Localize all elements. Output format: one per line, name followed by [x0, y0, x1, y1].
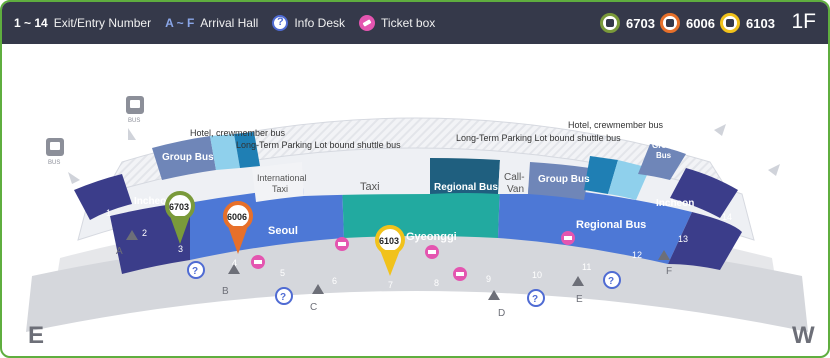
taxi-label: Taxi	[360, 181, 380, 193]
incheon-right-label: Incheon	[656, 198, 694, 209]
legend-bar: 1 ~ 14 Exit/Entry Number A ~ F Arrival H…	[2, 2, 828, 44]
svg-text:B: B	[222, 286, 229, 297]
call-van-label-2: Van	[507, 184, 524, 195]
call-van-label-1: Call-	[504, 172, 525, 183]
bus-sign-icon: BUS	[46, 138, 64, 166]
group-bus-left-label: Group Bus	[162, 152, 214, 163]
svg-text:6703: 6703	[169, 202, 189, 212]
legend-hall-range: A ~ F	[165, 16, 195, 30]
intl-taxi-label-2: Taxi	[272, 184, 288, 194]
traffic-arrow-icon	[128, 128, 136, 140]
ticket-box-icon[interactable]	[251, 255, 265, 269]
ticket-box-icon[interactable]	[425, 245, 439, 259]
regional-bus-upper-label: Regional Bus	[434, 182, 498, 193]
floor-label: 1F	[791, 10, 816, 33]
group-bus-right-label: Group Bus	[538, 174, 590, 185]
traffic-arrow-icon	[68, 172, 80, 184]
info-desk-icon	[272, 15, 289, 31]
svg-text:C: C	[310, 302, 317, 313]
gyeonggi-label: Gyeonggi	[406, 231, 457, 243]
svg-text:6006: 6006	[227, 212, 247, 222]
exit-number[interactable]: 10	[532, 270, 542, 280]
svg-text:F: F	[666, 266, 672, 277]
map-frame: 1 ~ 14 Exit/Entry Number A ~ F Arrival H…	[0, 0, 830, 358]
legend-info-label: Info Desk	[294, 16, 346, 30]
svg-text:BUS: BUS	[128, 118, 140, 124]
info-desk-icon[interactable]: ?	[603, 271, 621, 289]
bus-route-6703[interactable]: 6703	[600, 2, 655, 44]
exit-number[interactable]: 7	[388, 280, 393, 290]
terminal-map: Group Bus Hotel, crewmember bus Long-Ter…	[26, 96, 808, 332]
exit-number[interactable]: 3	[178, 244, 183, 254]
ticket-box-icon[interactable]	[335, 237, 349, 251]
svg-text:A: A	[116, 246, 123, 257]
info-desk-icon[interactable]: ?	[275, 287, 293, 305]
hotel-right-label: Hotel, crewmember bus	[568, 120, 664, 130]
exit-number[interactable]: 13	[678, 234, 688, 244]
svg-text:?: ?	[192, 266, 198, 277]
bus-icon	[660, 13, 680, 33]
longterm-left-label: Long-Term Parking Lot bound shuttle bus	[236, 140, 401, 150]
legend-ticket-label: Ticket box	[381, 16, 436, 30]
group-bus-far-right-label-1: Group	[652, 141, 676, 150]
exit-number[interactable]: 5	[280, 268, 285, 278]
traffic-arrow-icon	[768, 164, 780, 176]
bus-icon	[600, 13, 620, 33]
hotel-left-label: Hotel, crewmember bus	[190, 128, 286, 138]
exit-number[interactable]: 2	[142, 228, 147, 238]
legend-exit-range: 1 ~ 14	[14, 16, 48, 30]
svg-text:6103: 6103	[379, 236, 399, 246]
concourse-gap	[382, 302, 442, 332]
svg-text:E: E	[576, 294, 583, 305]
info-desk-icon[interactable]: ?	[527, 289, 545, 307]
ticket-box-icon[interactable]	[453, 267, 467, 281]
exit-number[interactable]: 1	[106, 208, 111, 218]
bus-sign-icon: BUS	[126, 96, 144, 124]
legend-hall-label: Arrival Hall	[200, 16, 259, 30]
bus-route-code: 6103	[746, 15, 775, 31]
traffic-arrow-icon	[714, 124, 726, 136]
exit-number[interactable]: 11	[582, 262, 591, 272]
exit-number[interactable]: 14	[722, 212, 732, 222]
intl-taxi-label-1: International	[257, 173, 307, 183]
svg-text:?: ?	[608, 276, 614, 287]
exit-number[interactable]: 8	[434, 278, 439, 288]
bus-route-code: 6006	[686, 15, 715, 31]
ticket-box-icon	[359, 15, 376, 31]
longterm-right-label: Long-Term Parking Lot bound shuttle bus	[456, 133, 621, 143]
legend: 1 ~ 14 Exit/Entry Number A ~ F Arrival H…	[14, 2, 449, 44]
bus-route-6103[interactable]: 6103	[720, 2, 775, 44]
svg-text:BUS: BUS	[48, 160, 60, 166]
exit-number[interactable]: 9	[486, 274, 491, 284]
ticket-box-icon[interactable]	[561, 231, 575, 245]
exit-number[interactable]: 6	[332, 276, 337, 286]
info-desk-icon[interactable]: ?	[187, 261, 205, 279]
svg-text:?: ?	[532, 294, 538, 305]
seoul-label: Seoul	[268, 225, 298, 237]
svg-text:?: ?	[280, 292, 286, 303]
exit-number[interactable]: 12	[632, 250, 642, 260]
regional-bus-lower-label: Regional Bus	[576, 219, 646, 231]
bus-icon	[720, 13, 740, 33]
legend-exit-label: Exit/Entry Number	[53, 16, 152, 30]
arrival-hall-d[interactable]: D	[488, 290, 505, 319]
svg-text:D: D	[498, 308, 505, 319]
group-bus-far-right-label-2: Bus	[656, 151, 672, 160]
bus-route-code: 6703	[626, 15, 655, 31]
compass-west: W	[792, 322, 815, 349]
bus-route-6006[interactable]: 6006	[660, 2, 715, 44]
compass-east: E	[28, 322, 45, 349]
